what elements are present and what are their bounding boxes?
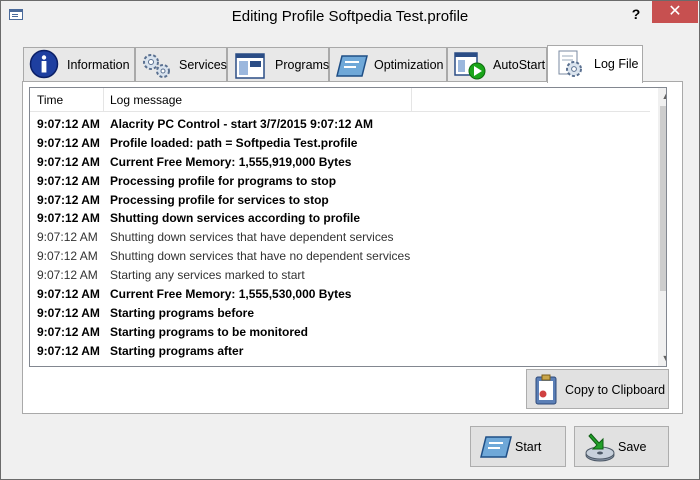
tab-programs-label: Programs — [275, 58, 330, 72]
log-row-message: Starting programs to be monitored — [110, 324, 309, 339]
log-row-time: 9:07:12 AM — [37, 192, 100, 207]
log-row[interactable]: 9:07:12 AM Starting any services marked t… — [30, 267, 658, 286]
tab-optimization[interactable]: Optimization — [329, 47, 447, 81]
log-row-time: 9:07:12 AM — [37, 343, 100, 358]
info-icon — [29, 49, 59, 82]
log-row-time: 9:07:12 AM — [37, 211, 100, 226]
save-button[interactable]: Save — [574, 426, 669, 467]
log-row-time: 9:07:12 AM — [37, 135, 100, 150]
log-row-message: Starting programs after — [110, 343, 244, 358]
log-row[interactable]: 9:07:12 AM Shutting down services accordi… — [30, 210, 658, 229]
log-row-message: Shutting down services that have depende… — [110, 230, 394, 245]
log-row[interactable]: 9:07:12 AM Starting programs before — [30, 305, 658, 324]
log-row-time: 9:07:12 AM — [37, 154, 100, 169]
tab-autostart-label: AutoStart — [493, 58, 546, 72]
tab-services[interactable]: Services — [135, 47, 227, 81]
window-icon — [235, 53, 265, 82]
log-file-panel: Time Log message 9:07:12 AM Alacrity PC C… — [22, 81, 683, 414]
gears-icon — [140, 51, 174, 84]
log-row-time: 9:07:12 AM — [37, 117, 100, 131]
start-button[interactable]: Start — [470, 426, 566, 467]
help-button[interactable]: ? — [623, 3, 649, 25]
log-row-message: Alacrity PC Control - start 3/7/2015 9:0… — [110, 117, 373, 131]
log-row-time: 9:07:12 AM — [37, 287, 100, 302]
log-row[interactable]: 9:07:12 AM Starting programs after — [30, 343, 658, 362]
scroll-up-arrow-icon[interactable]: ▲ — [658, 88, 666, 104]
profile-editor-window: Editing Profile Softpedia Test.profile ?… — [0, 0, 700, 480]
log-row-message: Shutting down services according to prof… — [110, 211, 361, 226]
log-row-message: Processing profile for programs to stop — [110, 173, 337, 188]
copy-to-clipboard-button[interactable]: Copy to Clipboard — [526, 369, 669, 409]
log-row[interactable]: 9:07:12 AM Current Free Memory: 1,555,919… — [30, 154, 658, 173]
tab-log-file[interactable]: Log File — [547, 45, 643, 83]
window-title: Editing Profile Softpedia Test.profile — [231, 8, 469, 25]
log-row-time: 9:07:12 AM — [37, 249, 98, 264]
tab-services-label: Services — [179, 58, 227, 72]
tab-programs[interactable]: Programs — [227, 47, 329, 81]
title-bar[interactable]: Editing Profile Softpedia Test.profile ?… — [1, 1, 699, 31]
scroll-down-arrow-icon[interactable]: ▼ — [658, 350, 666, 366]
tab-log-file-label: Log File — [594, 57, 639, 71]
log-row-message: Starting programs before — [110, 305, 255, 320]
log-row-message: Starting any services marked to start — [110, 268, 305, 283]
copy-to-clipboard-label: Copy to Clipboard — [565, 383, 666, 397]
log-gear-icon — [556, 50, 586, 83]
log-row-time: 9:07:12 AM — [37, 230, 98, 245]
log-row[interactable]: 9:07:12 AM Shutting down services that ha… — [30, 229, 658, 248]
log-row-time: 9:07:12 AM — [37, 305, 100, 320]
log-row-message: Processing profile for services to stop — [110, 192, 329, 207]
log-row-message: Current Free Memory: 1,555,919,000 Bytes — [110, 154, 352, 169]
log-row-message: Current Free Memory: 1,555,530,000 Bytes — [110, 287, 352, 302]
clipboard-icon — [534, 374, 558, 409]
start-label: Start — [515, 440, 542, 454]
log-row[interactable]: 9:07:12 AM Profile loaded: path = Softped… — [30, 135, 658, 154]
log-row-message: Shutting down services that have no depe… — [110, 249, 411, 264]
log-row[interactable]: 9:07:12 AM Alacrity PC Control - start 3/… — [30, 116, 658, 135]
log-list-header: Time Log message — [30, 88, 650, 112]
log-row-time: 9:07:12 AM — [37, 324, 100, 339]
log-list[interactable]: Time Log message 9:07:12 AM Alacrity PC C… — [29, 87, 667, 367]
log-row-message: Profile loaded: path = Softpedia Test.pr… — [110, 135, 358, 150]
vertical-scrollbar[interactable]: ▲ ▼ — [658, 88, 666, 366]
scroll-thumb[interactable] — [660, 106, 666, 291]
column-separator[interactable] — [103, 88, 104, 111]
optimization-icon — [336, 54, 368, 81]
tab-information-label: Information — [67, 58, 130, 72]
log-row[interactable]: 9:07:12 AM Shutting down services that ha… — [30, 248, 658, 267]
log-rows: 9:07:12 AM Alacrity PC Control - start 3/… — [30, 116, 658, 362]
log-row-time: 9:07:12 AM — [37, 268, 98, 283]
log-row[interactable]: 9:07:12 AM Starting programs to be monito… — [30, 324, 658, 343]
start-icon — [480, 435, 512, 462]
save-disk-icon — [583, 431, 617, 466]
column-header-message[interactable]: Log message — [110, 93, 182, 107]
column-header-time[interactable]: Time — [37, 93, 63, 107]
close-button[interactable]: ✕ — [652, 1, 698, 23]
save-label: Save — [618, 440, 647, 454]
tab-autostart[interactable]: AutoStart — [447, 47, 547, 81]
column-separator[interactable] — [411, 88, 412, 111]
tab-optimization-label: Optimization — [374, 58, 444, 72]
log-row[interactable]: 9:07:12 AM Processing profile for program… — [30, 173, 658, 192]
autostart-icon — [454, 52, 486, 83]
tab-information[interactable]: Information — [23, 47, 135, 81]
log-row[interactable]: 9:07:12 AM Current Free Memory: 1,555,530… — [30, 286, 658, 305]
log-row-time: 9:07:12 AM — [37, 173, 100, 188]
log-row[interactable]: 9:07:12 AM Processing profile for service… — [30, 192, 658, 211]
